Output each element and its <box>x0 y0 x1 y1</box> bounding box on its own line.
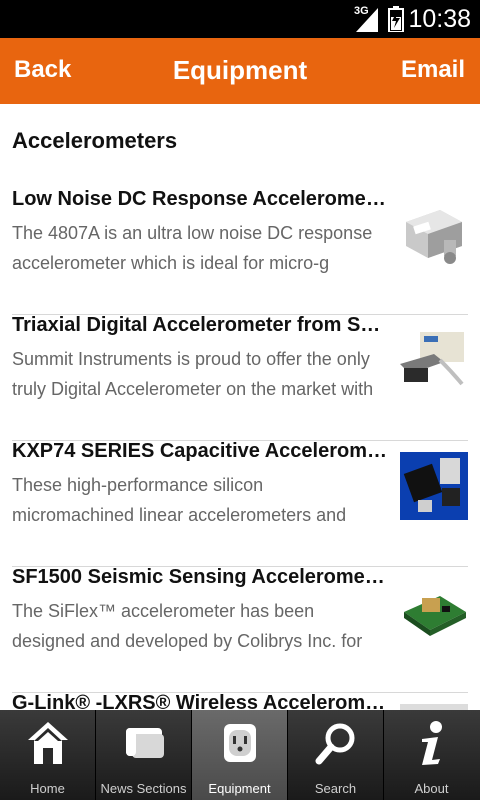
item-title: KXP74 SERIES Capacitive Accelerometers <box>12 440 388 462</box>
digital-accelerometer-image <box>400 326 468 394</box>
tab-label: Search <box>314 781 357 796</box>
content-list[interactable]: Accelerometers Low Noise DC Response Acc… <box>0 104 480 710</box>
circuit-board-image <box>400 578 468 646</box>
info-icon <box>384 720 479 770</box>
tab-home[interactable]: Home <box>0 710 96 800</box>
bottom-tab-bar: Home News Sections Equipment Search Abou… <box>0 710 480 800</box>
clock: 10:38 <box>408 5 471 33</box>
item-title: Triaxial Digital Accelerometer from Summ… <box>12 314 388 336</box>
item-description: These high-performance silicon micromach… <box>12 475 347 525</box>
tab-label: News Sections <box>100 781 187 796</box>
section-title: Accelerometers <box>12 128 178 153</box>
list-item[interactable]: G-Link® -LXRS® Wireless Accelerometer <box>12 692 468 710</box>
item-title: SF1500 Seismic Sensing Accelerometer <box>12 566 388 588</box>
list-item[interactable]: Low Noise DC Response Accelerometer The … <box>12 188 468 315</box>
tab-equipment[interactable]: Equipment <box>192 710 288 800</box>
action-bar: Back Equipment Email <box>0 38 480 104</box>
tab-about[interactable]: About <box>384 710 480 800</box>
accelerometer-sensor-image <box>400 200 468 268</box>
outlet-icon <box>192 720 287 770</box>
tab-search[interactable]: Search <box>288 710 384 800</box>
email-button[interactable]: Email <box>401 56 465 84</box>
status-bar: 3G 10:38 <box>0 0 480 38</box>
tab-label: About <box>414 781 449 796</box>
search-icon <box>288 720 383 770</box>
newspaper-icon <box>96 720 191 770</box>
battery-icon <box>388 6 404 32</box>
item-description: The SiFlex™ accelerometer has been desig… <box>12 601 363 651</box>
list-item[interactable]: KXP74 SERIES Capacitive Accelerometers T… <box>12 440 468 567</box>
item-description: Summit Instruments is proud to offer the… <box>12 349 374 399</box>
list-item[interactable]: Triaxial Digital Accelerometer from Summ… <box>12 314 468 441</box>
signal-icon <box>356 8 378 32</box>
tab-news-sections[interactable]: News Sections <box>96 710 192 800</box>
item-title: G-Link® -LXRS® Wireless Accelerometer <box>12 692 388 710</box>
item-title: Low Noise DC Response Accelerometer <box>12 188 388 210</box>
tab-label: Home <box>30 781 65 796</box>
home-icon <box>0 720 95 770</box>
tab-label: Equipment <box>208 781 271 796</box>
item-description: The 4807A is an ultra low noise DC respo… <box>12 223 373 273</box>
list-item[interactable]: SF1500 Seismic Sensing Accelerometer The… <box>12 566 468 693</box>
chip-image <box>400 452 468 520</box>
